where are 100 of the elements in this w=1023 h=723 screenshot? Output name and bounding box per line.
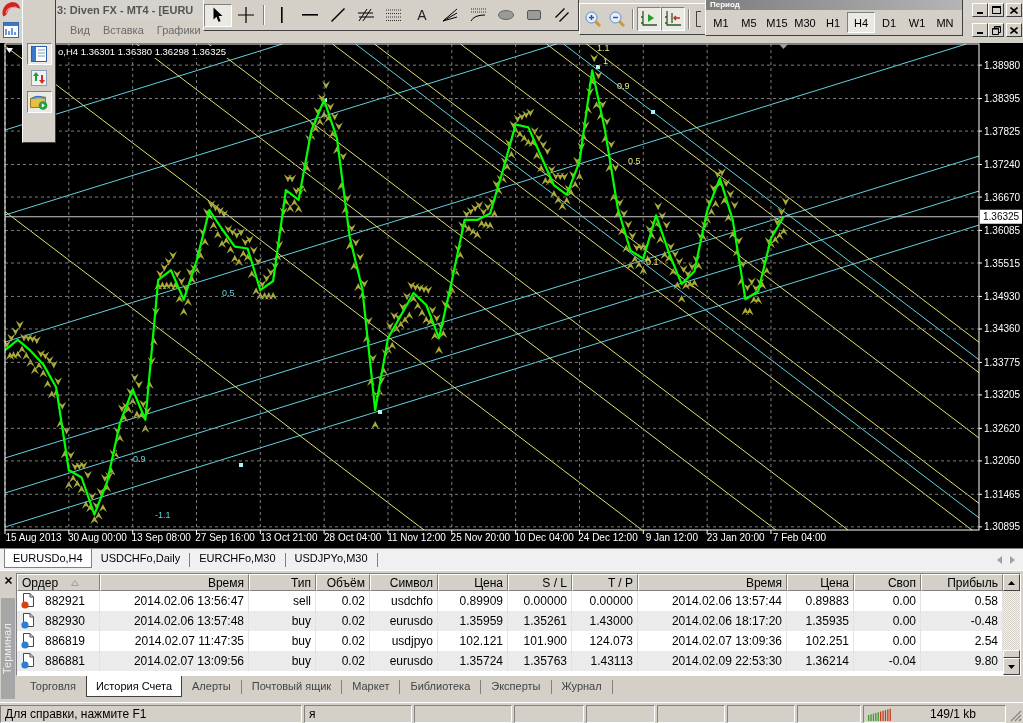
minimize-button[interactable] xyxy=(972,23,988,37)
close-icon xyxy=(1010,6,1018,14)
traffic-counter: 149/1 kb xyxy=(930,707,977,721)
price-axis-label: 1.32620 xyxy=(984,422,1021,434)
time-axis-label: 25 Nov 20:00 xyxy=(450,532,511,543)
table-cell: 1.35959 xyxy=(438,611,508,631)
period-button[interactable]: M30 xyxy=(791,12,819,33)
up-arrow-icon xyxy=(1008,580,1015,585)
menu-item[interactable]: Графики xyxy=(154,24,203,36)
column-header[interactable]: T / P xyxy=(572,574,638,591)
table-cell: 2014.02.06 18:17:20 xyxy=(638,611,787,631)
document-icon xyxy=(21,613,35,629)
text-tool-button[interactable]: A xyxy=(408,3,436,27)
table-cell: 886881 xyxy=(45,654,86,668)
column-header[interactable]: Прибыль xyxy=(921,574,1003,591)
price-axis-label: 1.31465 xyxy=(984,488,1021,500)
restore-button[interactable] xyxy=(988,23,1004,37)
period-button[interactable]: W1 xyxy=(903,12,931,33)
terminal-tab[interactable]: Библиотека xyxy=(400,676,481,697)
status-panel xyxy=(657,705,725,723)
time-axis-label: 7 Feb 04:00 xyxy=(772,532,827,543)
table-cell: 882930 xyxy=(45,614,86,628)
column-header[interactable]: S / L xyxy=(508,574,572,591)
column-header[interactable]: Время xyxy=(100,574,249,591)
resize-grip-icon[interactable] xyxy=(1010,710,1022,722)
terminal-tab[interactable]: Маркет xyxy=(342,676,400,697)
period-button[interactable]: M5 xyxy=(735,12,763,33)
column-header[interactable]: Время xyxy=(638,574,787,591)
menu-item[interactable]: Вид xyxy=(68,24,92,36)
column-header[interactable]: Своп xyxy=(854,574,921,591)
time-axis-label: 9 Jan 12:00 xyxy=(645,532,698,543)
chart-tab[interactable]: USDCHFo,Daily xyxy=(91,549,190,568)
table-cell: 9.80 xyxy=(921,651,1003,671)
time-axis-label: 27 Sep 16:00 xyxy=(195,532,255,543)
horizontal-line-icon xyxy=(302,14,318,16)
period-button[interactable]: MN xyxy=(931,12,959,33)
down-arrow-icon xyxy=(1008,664,1015,669)
maximize-button[interactable] xyxy=(988,3,1004,17)
terminal-tab[interactable]: Торговля xyxy=(20,676,86,697)
rectangle-icon xyxy=(527,10,541,20)
price-axis-label: 1.36085 xyxy=(984,224,1021,236)
column-header[interactable]: Цена xyxy=(438,574,508,591)
shift-marker-icon xyxy=(779,44,788,49)
connection-bars-icon xyxy=(868,707,892,721)
restore-icon xyxy=(991,25,1001,35)
price-axis-label: 1.33205 xyxy=(984,389,1021,401)
period-button[interactable]: M1 xyxy=(707,12,735,33)
scroll-down-button[interactable] xyxy=(1003,658,1020,675)
tool-button[interactable] xyxy=(204,3,232,27)
minimize-icon xyxy=(977,12,983,14)
maximize-icon xyxy=(991,6,1001,14)
period-button[interactable]: H4 xyxy=(847,12,875,33)
close-button[interactable] xyxy=(1006,23,1022,37)
period-button[interactable]: D1 xyxy=(875,12,903,33)
minimize-button[interactable] xyxy=(972,3,988,17)
scrollbar[interactable] xyxy=(1003,574,1020,675)
close-button[interactable] xyxy=(1006,3,1022,17)
column-header[interactable]: Ордер xyxy=(17,574,100,591)
table-cell: 1.35724 xyxy=(438,651,508,671)
table-cell: buy xyxy=(249,651,316,671)
terminal-tab[interactable]: Эксперты xyxy=(481,676,551,697)
period-button[interactable]: M15 xyxy=(763,12,791,33)
table-cell: 2014.02.07 13:09:56 xyxy=(100,651,249,671)
column-header[interactable]: Символ xyxy=(370,574,438,591)
chart-tab[interactable]: USDJPYo,M30 xyxy=(285,549,377,568)
column-header[interactable]: Объём xyxy=(316,574,370,591)
parallel-lines-icon xyxy=(555,8,569,22)
price-axis-label: 1.37825 xyxy=(984,125,1021,137)
column-header[interactable]: Цена xyxy=(787,574,854,591)
chart-tab[interactable]: EURCHFo,M30 xyxy=(190,549,285,568)
chart-window-icon[interactable] xyxy=(3,22,19,38)
price-axis-label: 1.38980 xyxy=(984,59,1021,71)
close-icon xyxy=(1010,26,1018,34)
column-header[interactable]: Тип xyxy=(249,574,316,591)
axes-play-icon xyxy=(641,11,657,27)
arc-lines-icon xyxy=(470,8,486,22)
price-axis-label: 1.33775 xyxy=(984,356,1021,368)
table-cell: 886819 xyxy=(45,634,86,648)
current-price-label: 1.36325 xyxy=(980,209,1022,224)
price-axis-label: 1.36670 xyxy=(984,191,1021,203)
fan-lines-icon xyxy=(442,8,458,22)
terminal-tab[interactable]: Почтовый ящик xyxy=(241,676,342,697)
window-title: 3: Diven FX - MT4 - [EURU xyxy=(57,4,194,16)
period-button[interactable]: H1 xyxy=(819,12,847,33)
table-cell: 2014.02.09 22:53:30 xyxy=(638,651,787,671)
scroll-up-button[interactable] xyxy=(1003,574,1020,591)
menu-item[interactable]: Вставка xyxy=(100,24,146,36)
terminal-tab[interactable]: Алерты xyxy=(182,676,241,697)
price-axis-label: 1.37240 xyxy=(984,159,1021,170)
table-cell: 1.43000 xyxy=(572,611,638,631)
terminal-tab[interactable]: История Счета xyxy=(85,676,182,697)
terminal-tab[interactable]: Журнал xyxy=(551,676,612,697)
scroll-thumb[interactable] xyxy=(1003,650,1020,658)
close-icon[interactable] xyxy=(4,577,12,584)
crosshair-icon xyxy=(238,7,254,23)
chart-tab[interactable]: EURUSDo,H4 xyxy=(4,549,92,568)
table-cell: buy xyxy=(249,611,316,631)
table-cell: 882921 xyxy=(45,594,86,608)
table-cell: 1.35763 xyxy=(508,651,572,671)
table-cell: 2014.02.06 13:57:48 xyxy=(100,611,249,631)
